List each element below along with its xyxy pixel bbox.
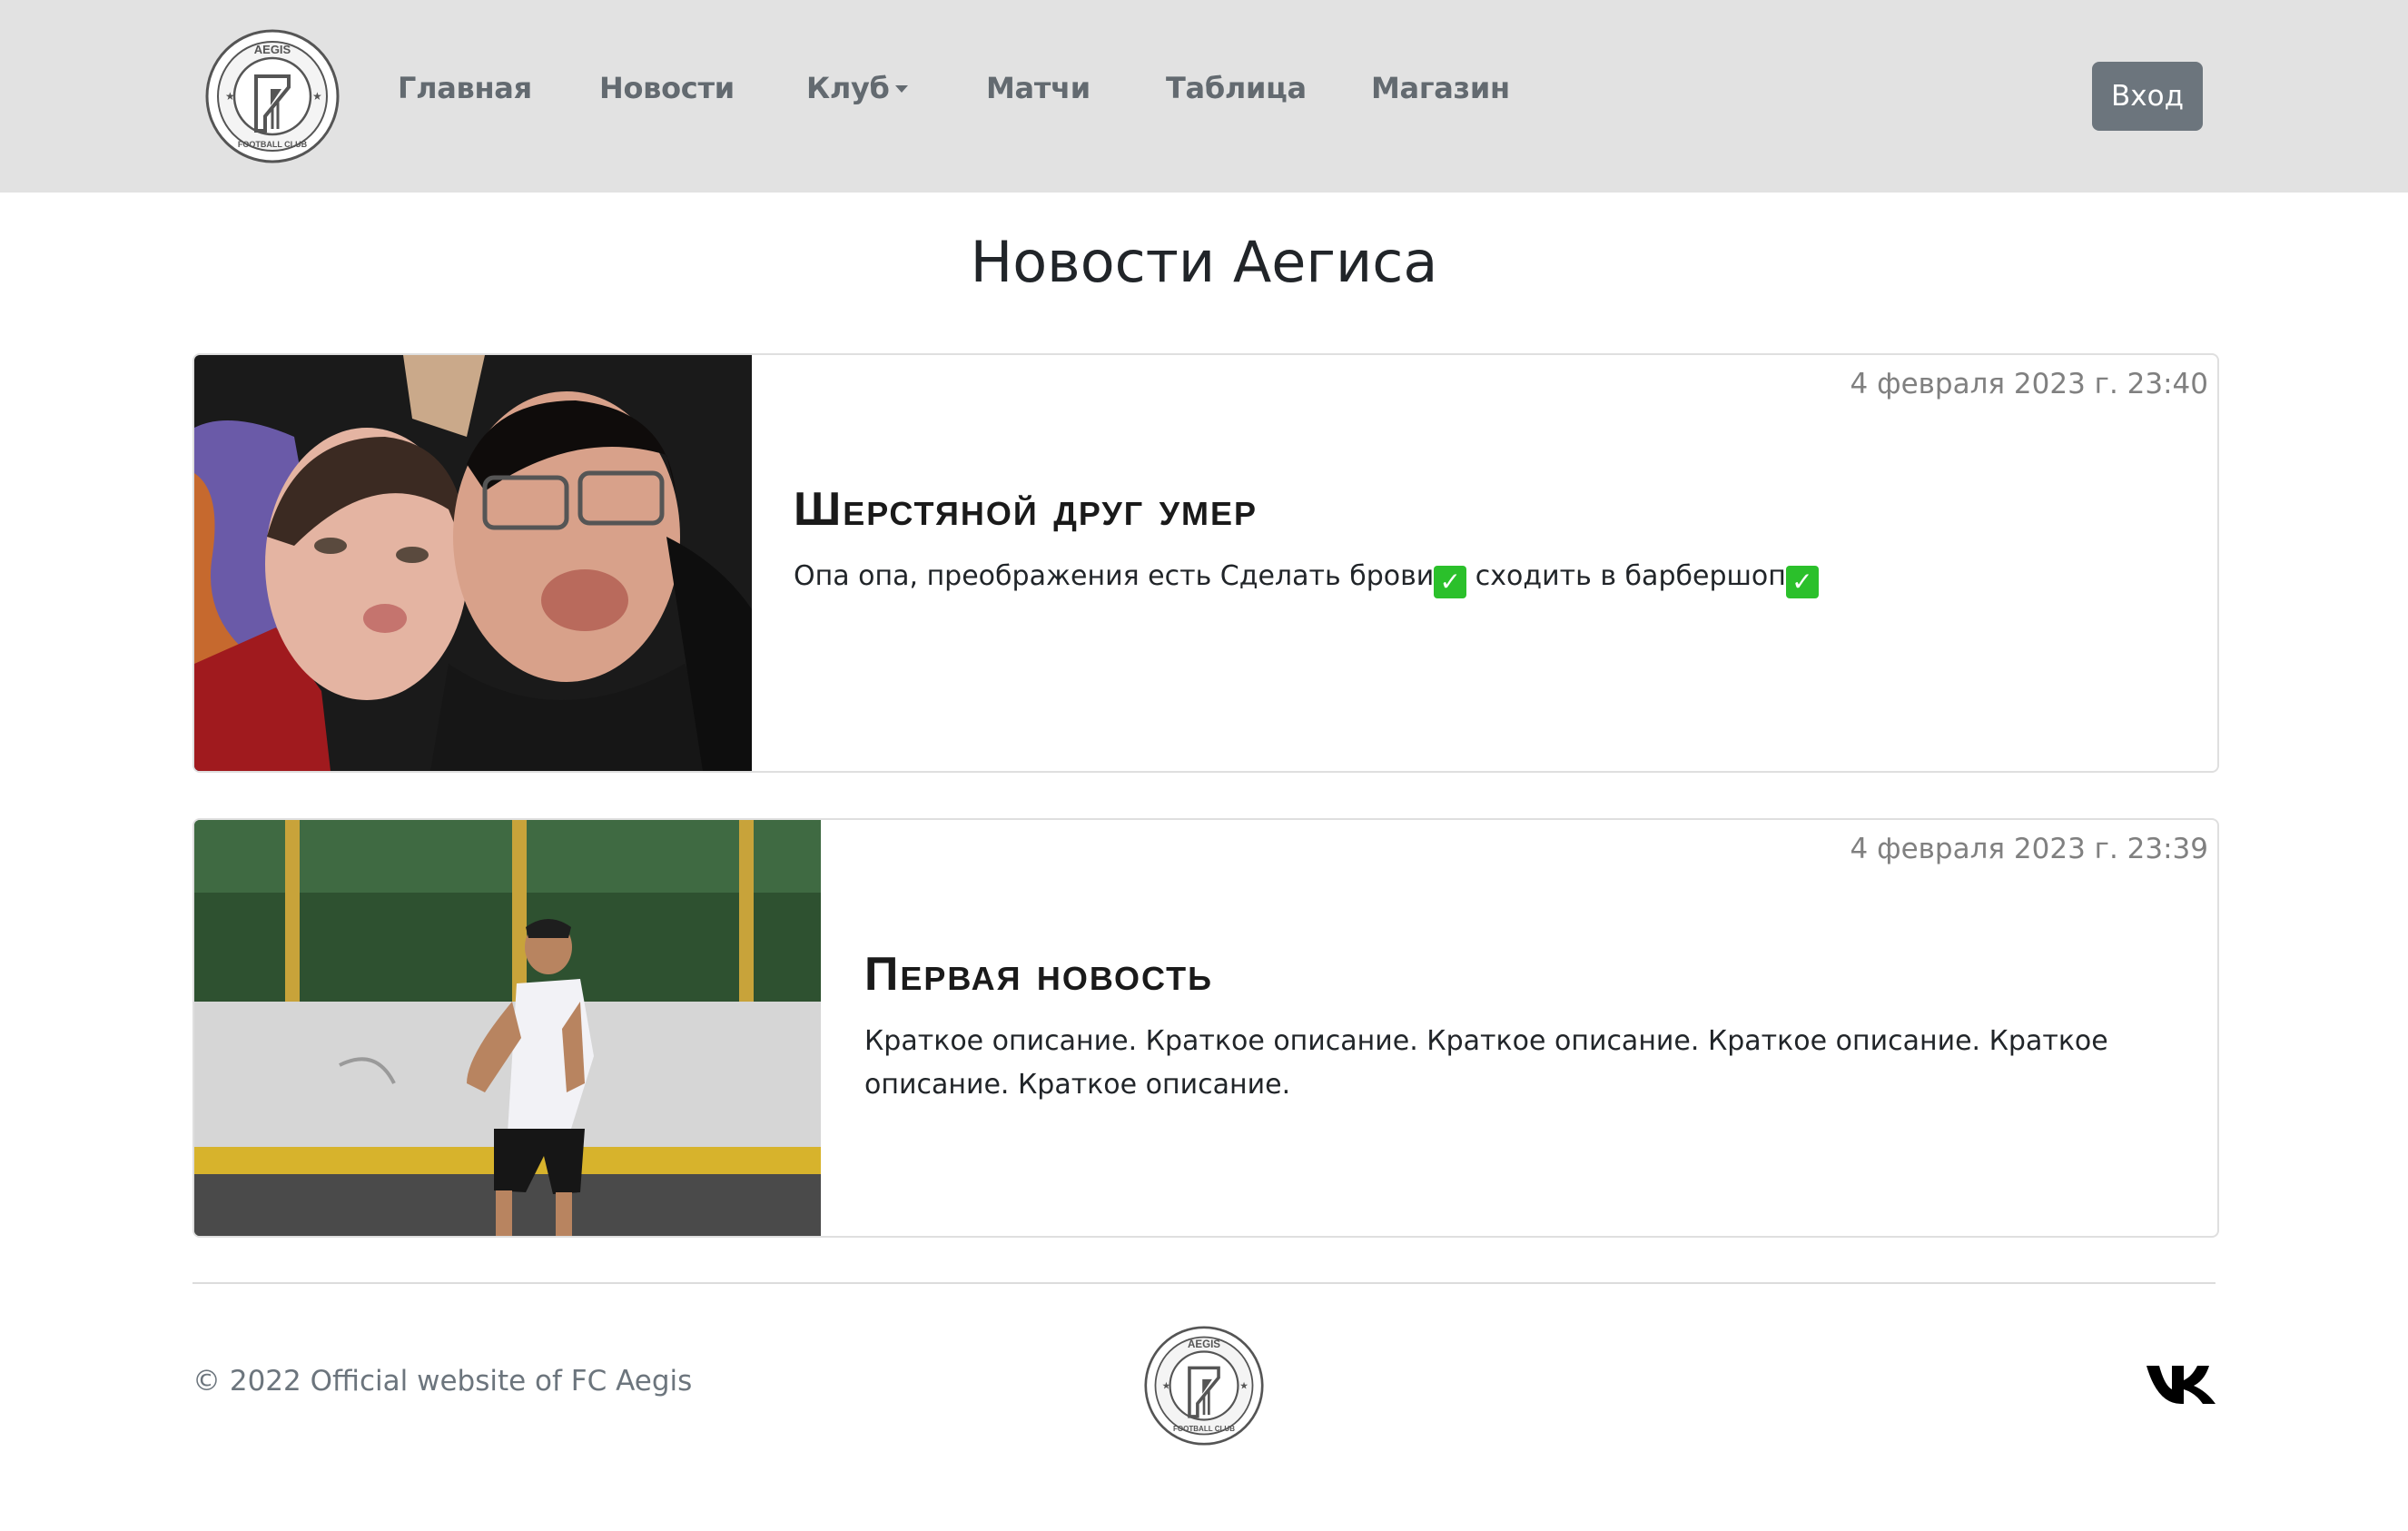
navbar: AEGIS FOOTBALL CLUB ★ ★ Главная Новости …: [0, 0, 2408, 193]
news-image: [194, 355, 752, 771]
logo-bottom-text: FOOTBALL CLUB: [238, 140, 308, 149]
nav-table-link[interactable]: Таблица: [1166, 71, 1307, 105]
check-mark-icon: ✓: [1785, 566, 1819, 598]
nav-shop-link[interactable]: Магазин: [1371, 71, 1510, 105]
nav-news-link[interactable]: Новости: [599, 71, 735, 105]
nav-matches-link[interactable]: Матчи: [986, 71, 1091, 105]
aegis-logo[interactable]: AEGIS FOOTBALL CLUB ★ ★: [205, 29, 340, 163]
nav-club-dropdown[interactable]: Клуб: [806, 71, 908, 105]
footer-divider: [192, 1282, 2216, 1284]
logo-top-text: AEGIS: [254, 43, 291, 56]
svg-text:★: ★: [1239, 1381, 1248, 1392]
news-card[interactable]: 4 февраля 2023 г. 23:39 Первая новость К…: [192, 818, 2219, 1238]
vk-icon[interactable]: [2145, 1362, 2217, 1408]
svg-text:★: ★: [1162, 1381, 1171, 1392]
copyright-text: © 2022 Official website of FC Aegis: [192, 1365, 693, 1398]
news-date: 4 февраля 2023 г. 23:40: [1850, 368, 2209, 400]
news-card[interactable]: 4 февраля 2023 г. 23:40 Шерстяной друг у…: [192, 353, 2219, 773]
page-title: Новости Аегиса: [970, 229, 1438, 295]
news-title[interactable]: Первая новость: [864, 947, 1213, 1002]
svg-text:★: ★: [312, 90, 322, 103]
login-button[interactable]: Вход: [2092, 62, 2203, 131]
news-description-part: Опа опа, преображения есть Сделать брови: [794, 560, 1435, 592]
logo-top-text: AEGIS: [1188, 1339, 1220, 1350]
nav-home-link[interactable]: Главная: [398, 71, 532, 105]
news-description: Опа опа, преображения есть Сделать брови…: [794, 555, 2174, 598]
aegis-logo-footer[interactable]: AEGIS FOOTBALL CLUB ★ ★: [1144, 1326, 1264, 1446]
check-mark-icon: ✓: [1434, 566, 1467, 598]
news-title[interactable]: Шерстяной друг умер: [794, 482, 1258, 537]
nav-club-label: Клуб: [806, 71, 890, 105]
news-image: [194, 820, 821, 1236]
svg-text:★: ★: [225, 90, 235, 103]
chevron-down-icon: [894, 85, 908, 93]
news-description-part: сходить в барбершоп: [1466, 560, 1786, 592]
news-description: Краткое описание. Краткое описание. Крат…: [864, 1025, 2108, 1101]
logo-bottom-text: FOOTBALL CLUB: [1173, 1425, 1235, 1433]
news-date: 4 февраля 2023 г. 23:39: [1850, 833, 2209, 865]
